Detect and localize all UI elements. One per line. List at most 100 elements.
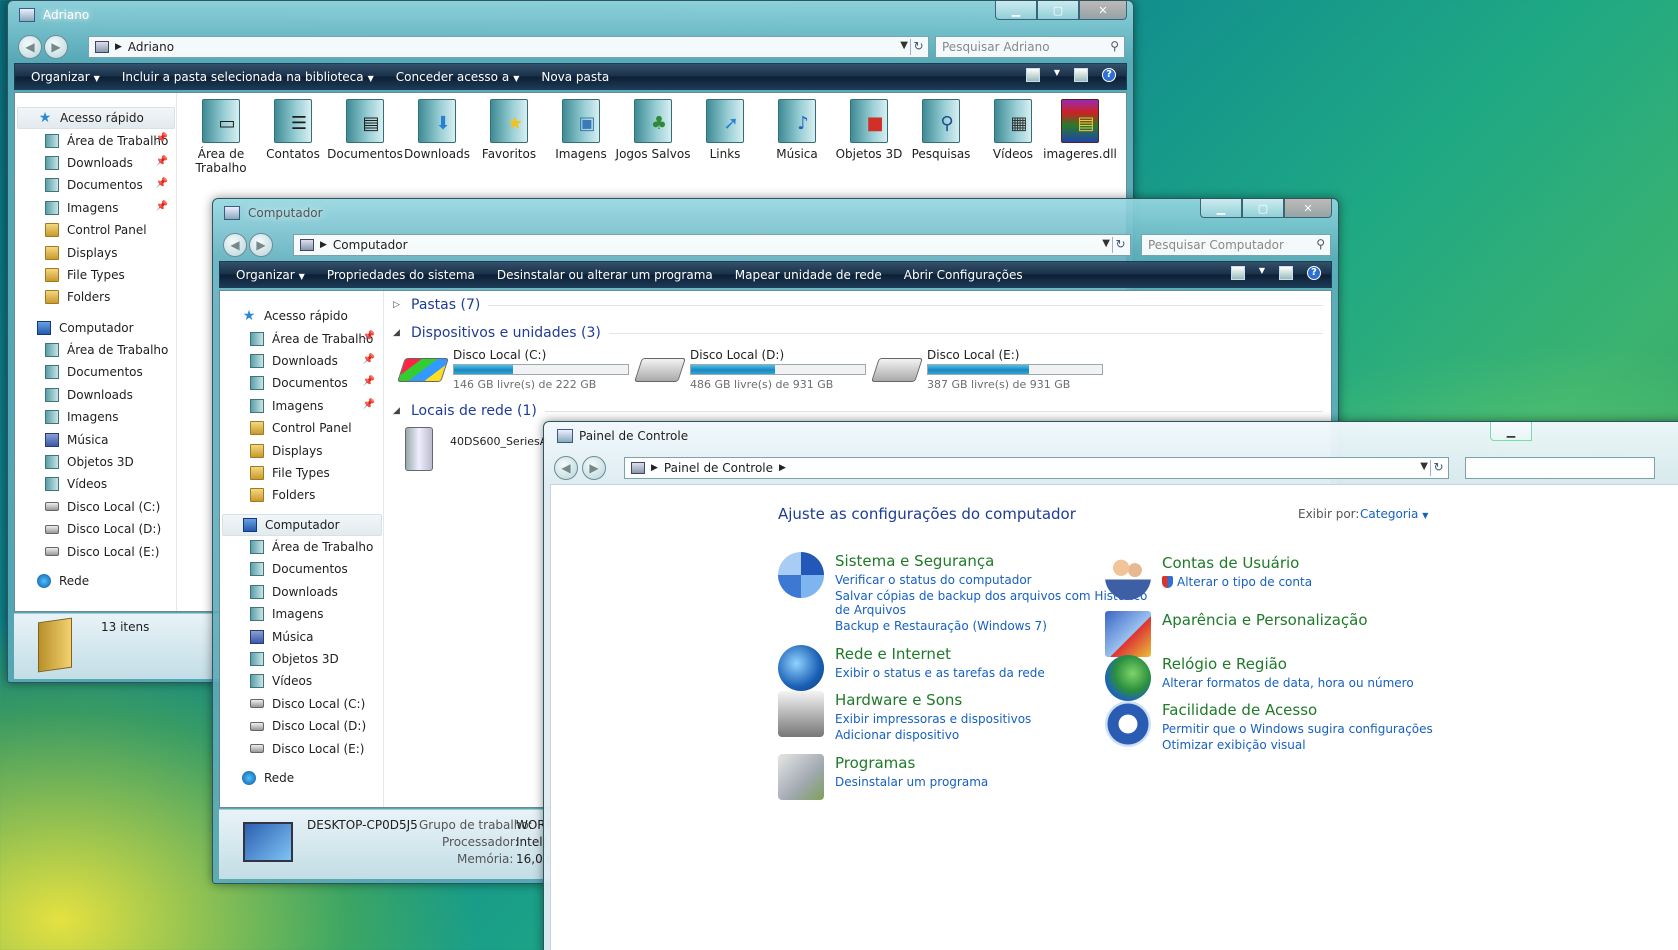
nav-item[interactable]: Disco Local (C:) [17,496,176,518]
category-link[interactable]: Otimizar exibição visual [1162,738,1306,752]
breadcrumb-chevron-icon[interactable]: ▶ [779,463,786,473]
map-network-drive-button[interactable]: Mapear unidade de rede [735,268,882,282]
nav-item[interactable]: Documentos 📌 [17,174,176,196]
breadcrumb-chevron-icon[interactable]: ▶ [320,240,327,250]
search-input[interactable]: Pesquisar Adriano ⚲ [935,36,1125,58]
category-title[interactable]: Facilidade de Acesso [1162,701,1317,719]
group-folders[interactable]: ▷ Pastas (7) [393,297,1323,313]
nav-item[interactable]: File Types [17,264,176,286]
pin-icon[interactable]: 📌 [156,133,168,144]
forward-button[interactable]: ▶ [44,35,68,59]
nav-network[interactable]: Rede [17,570,176,592]
navigation-pane[interactable]: ★ Acesso rápido Área de Trabalho 📌 Downloa… [220,291,384,807]
minimize-button[interactable]: ▁ [1490,422,1532,441]
minimize-button[interactable]: ▁ [995,1,1037,20]
address-bar[interactable]: ▶ Adriano ▼ ↻ [88,36,929,58]
back-button[interactable]: ◀ [223,233,247,257]
nav-item[interactable]: Folders [222,484,383,506]
category-link[interactable]: Backup e Restauração (Windows 7) [835,619,1047,633]
chevron-down-icon[interactable]: ▼ [1420,461,1428,472]
nav-item[interactable]: Vídeos [17,473,176,495]
preview-pane-icon[interactable] [1074,68,1088,82]
pin-icon[interactable]: 📌 [363,331,375,342]
back-button[interactable]: ◀ [554,456,578,480]
nav-item[interactable]: Música [222,625,383,647]
drive-tile[interactable]: Disco Local (E:) 387 GB livre(s) de 931 … [871,348,1110,391]
window-control-panel[interactable]: Painel de Controle ▁ ◀ ▶ ▶ Painel de Con… [543,421,1678,950]
category-link[interactable]: de Arquivos [835,603,906,617]
forward-button[interactable]: ▶ [249,233,273,257]
category-link[interactable]: Exibir o status e as tarefas da rede [835,666,1045,680]
nav-item[interactable]: Documentos [222,558,383,580]
category-link[interactable]: Permitir que o Windows sugira configuraç… [1162,722,1433,736]
breadcrumb-item[interactable]: Painel de Controle [664,461,773,475]
nav-item[interactable]: Imagens [222,603,383,625]
titlebar[interactable]: Computador ▁ ▢ ✕ [213,199,1338,227]
breadcrumb-item[interactable]: Adriano [128,40,174,54]
nav-item[interactable]: Área de Trabalho 📌 [222,327,383,349]
chevron-down-icon[interactable]: ▼ [1054,68,1060,82]
category-title[interactable]: Aparência e Personalização [1162,611,1368,629]
view-options-icon[interactable] [1025,68,1040,82]
category-link[interactable]: Salvar cópias de backup dos arquivos com… [835,589,1147,603]
chevron-down-icon[interactable]: ▼ [900,40,908,51]
group-devices[interactable]: ◢ Dispositivos e unidades (3) [393,325,1323,341]
category-title[interactable]: Sistema e Segurança [835,552,994,570]
open-settings-button[interactable]: Abrir Configurações [904,268,1023,282]
minimize-button[interactable]: ▁ [1200,199,1242,218]
nav-item[interactable]: Control Panel [17,219,176,241]
address-bar[interactable]: ▶ Painel de Controle ▶ ▼ ↻ [624,457,1449,479]
nav-item[interactable]: Downloads 📌 [17,152,176,174]
breadcrumb-item[interactable]: Computador [333,238,408,252]
nav-item[interactable]: Folders [17,286,176,308]
nav-quick-access[interactable]: ★ Acesso rápido [17,107,175,130]
chevron-down-icon[interactable]: ▼ [1102,238,1110,249]
nav-computer[interactable]: Computador [17,317,176,339]
category-link[interactable]: Desinstalar um programa [835,775,988,789]
view-by-dropdown[interactable]: Categoria ▼ [1360,507,1428,521]
maximize-button[interactable]: ▢ [1037,1,1079,20]
forward-button[interactable]: ▶ [582,456,606,480]
file-item[interactable]: ▤ imageres.dll [1040,99,1120,161]
pin-icon[interactable]: 📌 [363,376,375,387]
drive-tile[interactable]: Disco Local (C:) 146 GB livre(s) de 222 … [397,348,636,391]
preview-pane-icon[interactable] [1279,266,1293,280]
navigation-pane[interactable]: ★ Acesso rápido Área de Trabalho 📌 Downloa… [15,93,177,611]
nav-computer[interactable]: Computador [222,513,382,536]
nav-item[interactable]: Disco Local (C:) [222,693,383,715]
help-icon[interactable]: ? [1102,68,1116,82]
breadcrumb-chevron-icon[interactable]: ▶ [651,463,658,473]
category-link[interactable]: Exibir impressoras e dispositivos [835,712,1031,726]
chevron-down-icon[interactable]: ▼ [1259,266,1265,280]
nav-item[interactable]: Documentos [17,361,176,383]
organize-button[interactable]: Organizar ▼ [236,268,305,282]
pin-icon[interactable]: 📌 [156,178,168,189]
refresh-icon[interactable]: ↻ [1112,237,1128,253]
pin-icon[interactable]: 📌 [156,156,168,167]
nav-item[interactable]: Objetos 3D [222,648,383,670]
pin-icon[interactable]: 📌 [363,399,375,410]
nav-item[interactable]: Disco Local (E:) [17,540,176,562]
nav-item[interactable]: Objetos 3D [17,451,176,473]
nav-item[interactable]: Control Panel [222,417,383,439]
nav-item[interactable]: Área de Trabalho 📌 [17,129,176,151]
back-button[interactable]: ◀ [18,35,42,59]
category-link[interactable]: Alterar o tipo de conta [1162,575,1312,589]
search-icon[interactable]: ⚲ [1316,237,1325,251]
search-input[interactable]: Pesquisar Computador ⚲ [1141,234,1331,256]
group-network[interactable]: ◢ Locais de rede (1) [393,403,1323,419]
category-title[interactable]: Rede e Internet [835,645,951,663]
address-bar[interactable]: ▶ Computador ▼ ↻ [293,234,1131,256]
category-title[interactable]: Programas [835,754,915,772]
nav-item[interactable]: Disco Local (E:) [222,737,383,759]
breadcrumb-chevron-icon[interactable]: ▶ [115,42,122,52]
uninstall-program-button[interactable]: Desinstalar ou alterar um programa [497,268,713,282]
category-title[interactable]: Hardware e Sons [835,691,962,709]
nav-item[interactable]: Área de Trabalho [222,536,383,558]
search-input[interactable] [1465,457,1655,479]
nav-item[interactable]: Imagens 📌 [222,395,383,417]
nav-item[interactable]: Imagens [17,406,176,428]
drive-tile[interactable]: Disco Local (D:) 486 GB livre(s) de 931 … [634,348,873,391]
maximize-button[interactable]: ▢ [1242,199,1284,218]
close-button[interactable]: ✕ [1284,199,1332,218]
